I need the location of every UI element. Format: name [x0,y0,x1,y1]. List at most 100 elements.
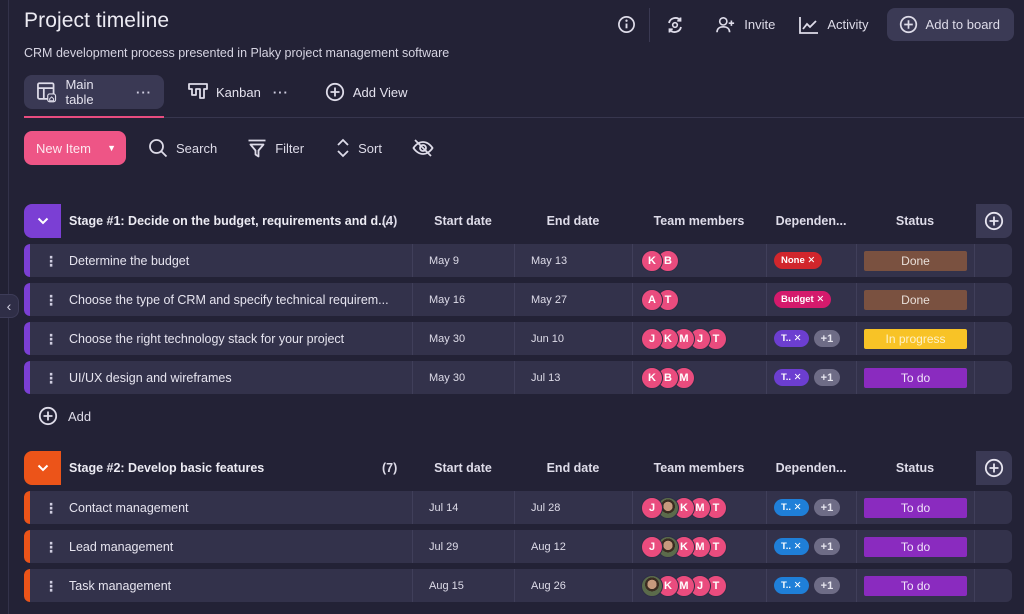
row-menu-icon[interactable]: ⋮ [44,371,58,385]
row-menu-icon[interactable]: ⋮ [44,293,58,307]
sidebar-toggle-button[interactable]: ‹ [0,294,19,318]
status-badge[interactable]: Done [864,250,967,271]
new-item-button[interactable]: New Item ▼ [24,131,126,165]
team-members-cell[interactable]: KMJT [632,569,766,602]
status-cell[interactable]: To do [856,569,974,602]
dependencies-cell[interactable]: T.. ✕ +1 [766,322,856,355]
start-date-cell[interactable]: Jul 14 [412,491,514,524]
row-menu-icon[interactable]: ⋮ [44,579,58,593]
invite-button[interactable]: Invite [704,8,787,41]
end-date-cell[interactable]: May 27 [514,283,632,316]
more-dependencies-chip[interactable]: +1 [813,538,841,555]
add-column-button[interactable] [976,451,1012,485]
search-button[interactable]: Search [148,138,217,158]
start-date-cell[interactable]: Jul 29 [412,530,514,563]
status-badge[interactable]: To do [864,575,967,596]
item-name[interactable]: Determine the budget [69,254,189,268]
group-title[interactable]: Stage #1: Decide on the budget, requirem… [69,214,399,228]
row-menu-icon[interactable]: ⋮ [44,501,58,515]
status-badge[interactable]: To do [864,367,967,388]
table-row[interactable]: ⋮ Choose the right technology stack for … [24,322,1012,355]
caret-down-icon[interactable]: ▼ [107,143,116,153]
end-date-cell[interactable]: May 13 [514,244,632,277]
status-cell[interactable]: To do [856,491,974,524]
column-header-start-date[interactable]: Start date [412,214,514,228]
status-cell[interactable]: In progress [856,322,974,355]
add-view-button[interactable]: Add View [313,75,420,109]
status-badge[interactable]: Done [864,289,967,310]
item-name[interactable]: Lead management [69,540,173,554]
group-collapse-button[interactable] [24,451,61,485]
row-menu-icon[interactable]: ⋮ [44,254,58,268]
team-members-cell[interactable]: JKMT [632,530,766,563]
dependency-chip[interactable]: T.. ✕ [774,330,809,347]
more-dependencies-chip[interactable]: +1 [813,330,841,347]
column-header-team-members[interactable]: Team members [632,461,766,475]
dependency-chip[interactable]: None ✕ [774,252,823,269]
tab-main-table[interactable]: Main table ··· [24,75,164,109]
end-date-cell[interactable]: Jun 10 [514,322,632,355]
sync-button[interactable] [660,10,690,40]
table-row[interactable]: ⋮ Task management Aug 15 Aug 26 K M J T T.. … [24,569,1012,602]
column-header-dependencies[interactable]: Dependen... [766,461,856,475]
status-badge[interactable]: To do [864,536,967,557]
dependency-chip[interactable]: T.. ✕ [774,369,809,386]
table-row[interactable]: ⋮ Lead management Jul 29 Aug 12 J K M T T.. … [24,530,1012,563]
info-button[interactable] [611,10,641,40]
team-members-cell[interactable]: KBM [632,361,766,394]
status-cell[interactable]: To do [856,530,974,563]
row-menu-icon[interactable]: ⋮ [44,332,58,346]
table-row[interactable]: ⋮ Contact management Jul 14 Jul 28 JKMTT… [24,491,1012,524]
column-header-end-date[interactable]: End date [514,461,632,475]
avatar[interactable]: J [641,327,663,350]
dependency-chip[interactable]: T.. ✕ [774,499,809,516]
team-members-cell[interactable]: AT [632,283,766,316]
team-members-cell[interactable]: JKMJT [632,322,766,355]
dependency-chip[interactable]: T.. ✕ [774,577,809,594]
start-date-cell[interactable]: May 9 [412,244,514,277]
avatar[interactable] [641,574,663,597]
tab-kanban[interactable]: Kanban ··· [176,75,301,109]
tab-options-button[interactable]: ··· [273,85,289,100]
status-badge[interactable]: To do [864,497,967,518]
end-date-cell[interactable]: Aug 12 [514,530,632,563]
column-header-status[interactable]: Status [856,461,974,475]
status-cell[interactable]: Done [856,244,974,277]
status-cell[interactable]: Done [856,283,974,316]
dependencies-cell[interactable]: T.. ✕ +1 [766,491,856,524]
start-date-cell[interactable]: May 16 [412,283,514,316]
item-name[interactable]: Task management [69,579,171,593]
column-header-team-members[interactable]: Team members [632,214,766,228]
dependencies-cell[interactable]: T.. ✕ +1 [766,569,856,602]
end-date-cell[interactable]: Jul 28 [514,491,632,524]
column-header-status[interactable]: Status [856,214,974,228]
start-date-cell[interactable]: May 30 [412,361,514,394]
hide-columns-button[interactable] [412,138,434,158]
team-members-cell[interactable]: KB [632,244,766,277]
more-dependencies-chip[interactable]: +1 [813,369,841,386]
more-dependencies-chip[interactable]: +1 [813,499,841,516]
item-name[interactable]: Choose the right technology stack for yo… [69,332,344,346]
row-menu-icon[interactable]: ⋮ [44,540,58,554]
add-column-button[interactable] [976,204,1012,238]
item-name[interactable]: UI/UX design and wireframes [69,371,232,385]
dependency-chip[interactable]: Budget ✕ [774,291,832,308]
avatar[interactable]: J [641,535,663,558]
column-header-start-date[interactable]: Start date [412,461,514,475]
status-cell[interactable]: To do [856,361,974,394]
filter-button[interactable]: Filter [247,138,304,158]
sort-button[interactable]: Sort [336,138,382,158]
group-collapse-button[interactable] [24,204,61,238]
dependencies-cell[interactable]: T.. ✕ +1 [766,361,856,394]
dependencies-cell[interactable]: None ✕ [766,244,856,277]
avatar[interactable]: A [641,288,663,311]
column-header-end-date[interactable]: End date [514,214,632,228]
dependencies-cell[interactable]: Budget ✕ [766,283,856,316]
table-row[interactable]: ⋮ UI/UX design and wireframes May 30 Jul… [24,361,1012,394]
table-row[interactable]: ⋮ Determine the budget May 9 May 13 K B No… [24,244,1012,277]
avatar[interactable]: K [641,249,663,272]
activity-button[interactable]: Activity [787,8,880,41]
start-date-cell[interactable]: Aug 15 [412,569,514,602]
avatar[interactable]: K [641,366,663,389]
add-to-board-button[interactable]: Add to board [886,8,1014,41]
